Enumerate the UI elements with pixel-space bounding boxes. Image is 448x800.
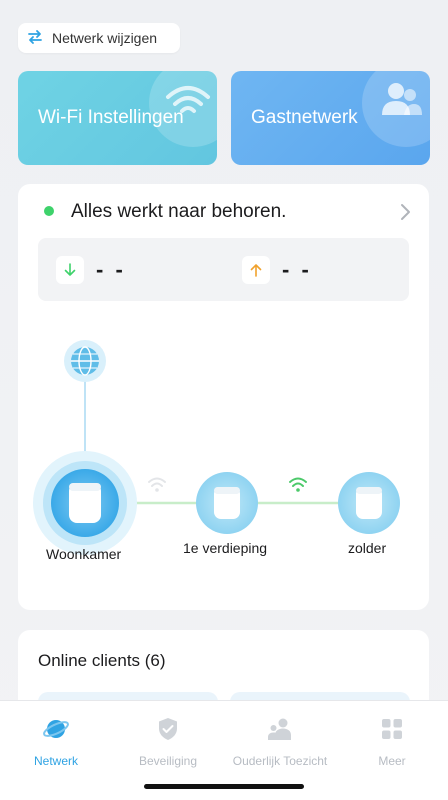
tab-ouderlijk-toezicht[interactable]: Ouderlijk Toezicht <box>224 715 336 768</box>
home-indicator <box>144 784 304 789</box>
guest-network-tile[interactable]: Gastnetwerk <box>231 71 430 165</box>
guest-network-label: Gastnetwerk <box>251 107 358 128</box>
wifi-settings-label: Wi-Fi Instellingen <box>38 107 184 128</box>
satellite-node-1e-verdieping[interactable] <box>196 472 258 534</box>
network-status-card: Alles werkt naar behoren. - - - - Woonka… <box>18 184 429 610</box>
tab-meer-label: Meer <box>378 754 406 768</box>
shield-check-icon <box>154 715 182 748</box>
main-node-woonkamer[interactable] <box>33 451 137 555</box>
tab-beveiliging[interactable]: Beveiliging <box>112 715 224 768</box>
wifi-signal-strong-icon <box>289 477 307 492</box>
node-label-woonkamer: Woonkamer <box>46 546 122 562</box>
node-label-1e-verdieping: 1e verdieping <box>183 540 268 556</box>
online-clients-title: Online clients (6) <box>38 651 166 670</box>
tab-ouderlijk-toezicht-label: Ouderlijk Toezicht <box>232 754 328 768</box>
satellite-node-zolder[interactable] <box>338 472 400 534</box>
switch-arrows-icon <box>26 28 44 49</box>
grid-icon <box>378 715 406 748</box>
tab-netwerk[interactable]: Netwerk <box>0 715 112 768</box>
family-icon <box>266 715 294 748</box>
guests-icon <box>362 71 430 147</box>
wifi-settings-tile[interactable]: Wi-Fi Instellingen <box>18 71 217 165</box>
tab-netwerk-label: Netwerk <box>33 754 78 768</box>
switch-network-label: Netwerk wijzigen <box>52 30 158 46</box>
internet-globe-icon[interactable] <box>64 340 106 382</box>
switch-network-button[interactable]: Netwerk wijzigen <box>18 23 180 53</box>
tab-beveiliging-label: Beveiliging <box>138 754 198 768</box>
wifi-signal-weak-icon <box>148 477 166 492</box>
tab-meer[interactable]: Meer <box>336 715 448 768</box>
node-label-zolder: zolder <box>348 540 387 556</box>
planet-icon <box>42 715 70 748</box>
